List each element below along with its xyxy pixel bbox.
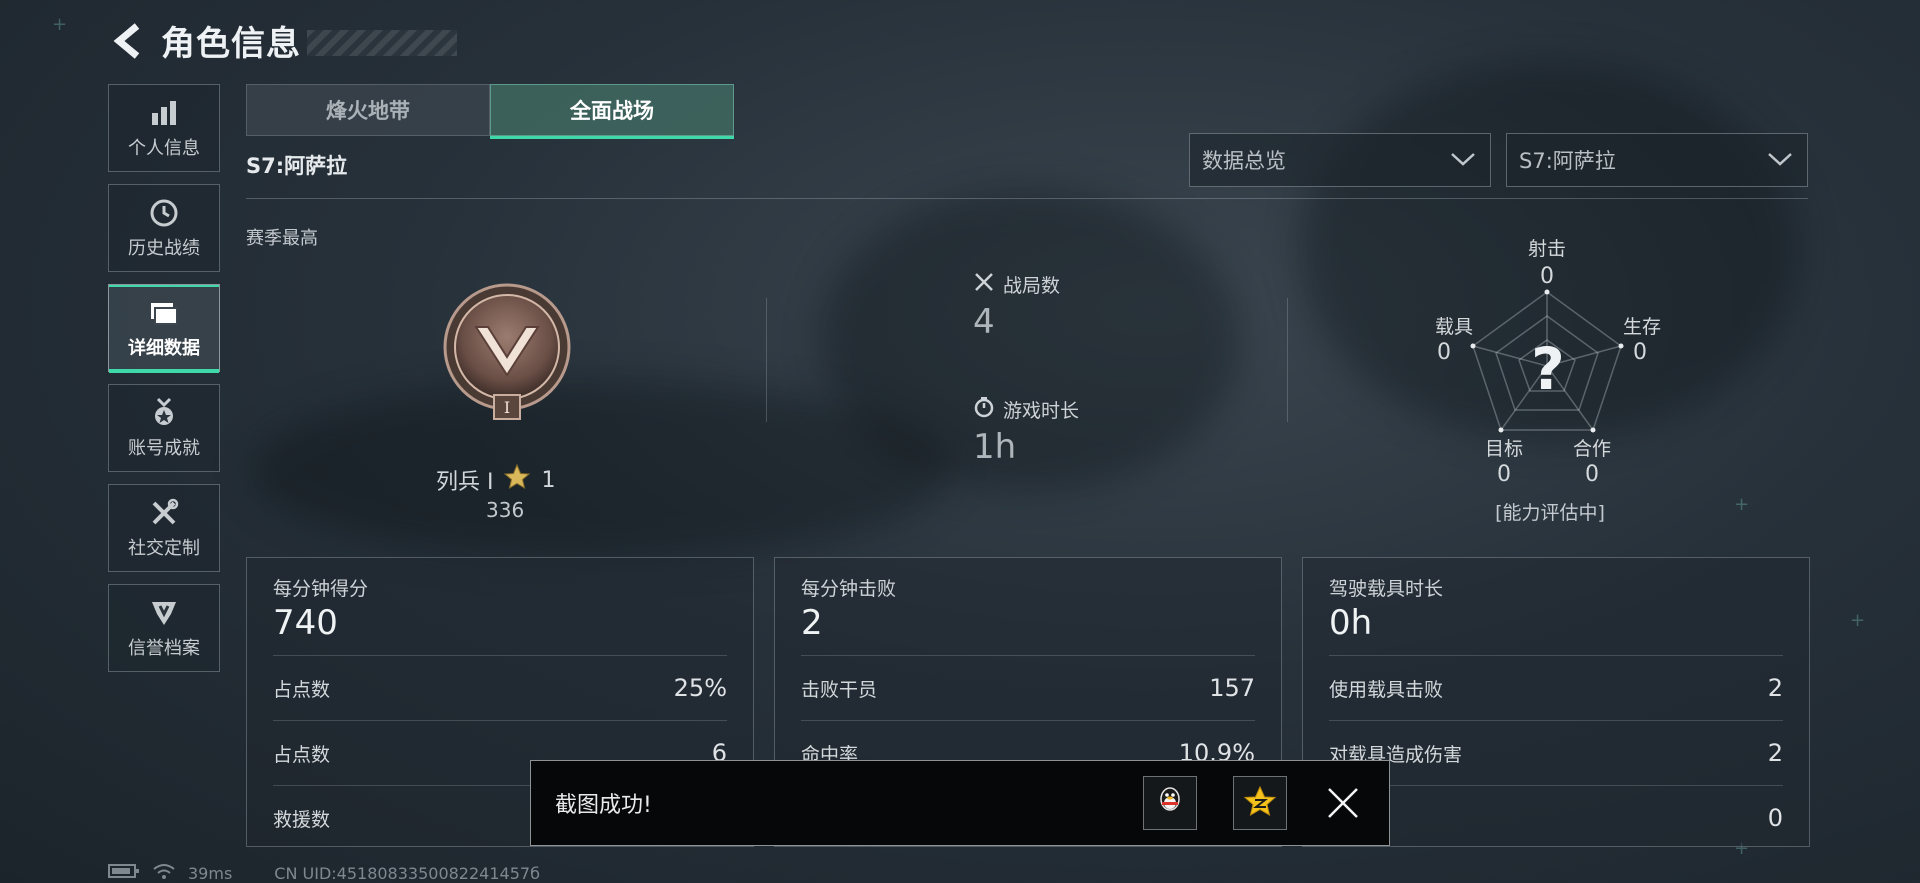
sidebar-item-achievements[interactable]: 账号成就 bbox=[108, 384, 220, 472]
share-qzone-button[interactable] bbox=[1233, 776, 1287, 830]
ability-radar: ? 射击 0 生存 0 载具 0 目标 0 合作 0 bbox=[1430, 230, 1670, 530]
sidebar-item-reputation[interactable]: 信誉档案 bbox=[108, 584, 220, 672]
view-dropdown-value: 数据总览 bbox=[1202, 149, 1286, 173]
row-label: 占点数 bbox=[273, 678, 331, 701]
radar-value-shoot: 0 bbox=[1540, 264, 1554, 289]
row-label: 救援数 bbox=[273, 808, 331, 831]
rank-name: 列兵 Ⅰ bbox=[436, 470, 494, 495]
radar-center-mark: ? bbox=[1531, 335, 1565, 403]
crossed-swords-icon bbox=[973, 271, 995, 298]
ping-value: 39ms bbox=[188, 863, 233, 883]
rank-stars: 1 bbox=[541, 467, 556, 493]
row-label: 占点数 bbox=[273, 743, 331, 766]
card-row: 击败干员 157 bbox=[801, 655, 1255, 720]
chevron-down-icon bbox=[1450, 148, 1476, 172]
season-title: S7:阿萨拉 bbox=[246, 154, 348, 178]
rank-info: 列兵 Ⅰ 1 bbox=[436, 463, 555, 497]
matches-label: 战局数 bbox=[1003, 275, 1061, 297]
matches-value: 4 bbox=[973, 302, 995, 342]
title-decoration bbox=[307, 29, 457, 56]
sidebar-item-social[interactable]: 社交定制 bbox=[108, 484, 220, 572]
row-label: 击败干员 bbox=[801, 678, 878, 701]
stopwatch-icon bbox=[973, 396, 995, 423]
page-title: 角色信息 bbox=[161, 24, 301, 64]
back-arrow-icon[interactable] bbox=[105, 19, 149, 63]
radar-label-survive: 生存 bbox=[1622, 316, 1661, 338]
sidebar-item-label: 详细数据 bbox=[128, 338, 200, 359]
status-bar: 39ms CN UID:4518083350082241457б bbox=[108, 862, 540, 883]
radar-label-target: 目标 bbox=[1484, 438, 1523, 460]
divider bbox=[246, 198, 1808, 199]
radar-label-shoot: 射击 bbox=[1527, 238, 1566, 260]
row-value: 25% bbox=[673, 674, 727, 702]
row-value: 2 bbox=[1767, 739, 1783, 767]
radar-value-target: 0 bbox=[1497, 462, 1511, 487]
shield-badge-icon bbox=[146, 596, 182, 630]
radar-value-vehicle: 0 bbox=[1437, 340, 1451, 365]
sidebar-item-label: 社交定制 bbox=[128, 538, 200, 559]
sidebar-item-detailed-data[interactable]: 详细数据 bbox=[108, 284, 220, 373]
tab-hazard-zone[interactable]: 烽火地带 bbox=[246, 84, 490, 136]
mode-tabs: 烽火地带 全面战场 bbox=[246, 84, 734, 139]
playtime-value: 1h bbox=[973, 427, 1017, 467]
card-head-label: 每分钟击败 bbox=[801, 578, 897, 600]
row-label: 使用载具击败 bbox=[1329, 678, 1444, 701]
history-clock-icon bbox=[146, 196, 182, 230]
row-value: 2 bbox=[1767, 674, 1783, 702]
rank-badge: I bbox=[438, 283, 576, 423]
qq-penguin-icon bbox=[1155, 785, 1185, 821]
card-head-label: 每分钟得分 bbox=[273, 578, 369, 600]
radar-label-vehicle: 载具 bbox=[1434, 316, 1473, 338]
sidebar: 个人信息 历史战绩 详细数据 账号成就 社交定制 信誉档案 bbox=[108, 84, 220, 684]
tools-icon bbox=[146, 496, 182, 530]
folder-icon bbox=[146, 296, 182, 330]
chevron-down-icon bbox=[1767, 148, 1793, 172]
sidebar-item-label: 账号成就 bbox=[128, 438, 200, 459]
divider bbox=[1287, 298, 1288, 422]
season-best-label: 赛季最高 bbox=[246, 228, 318, 249]
qzone-star-icon bbox=[1243, 785, 1277, 821]
row-value: 0 bbox=[1767, 804, 1783, 832]
playtime-label: 游戏时长 bbox=[1003, 400, 1080, 422]
row-value: 157 bbox=[1209, 674, 1255, 702]
wifi-icon bbox=[152, 862, 176, 883]
battery-icon bbox=[108, 863, 140, 883]
sidebar-item-personal-info[interactable]: 个人信息 bbox=[108, 84, 220, 172]
season-dropdown[interactable]: S7:阿萨拉 bbox=[1506, 133, 1808, 187]
tab-full-battlefield[interactable]: 全面战场 bbox=[490, 84, 734, 136]
toast-message: 截图成功! bbox=[555, 793, 652, 818]
season-dropdown-value: S7:阿萨拉 bbox=[1519, 149, 1616, 173]
card-row: 使用载具击败 2 bbox=[1329, 655, 1783, 720]
view-dropdown[interactable]: 数据总览 bbox=[1189, 133, 1491, 187]
radar-value-coop: 0 bbox=[1585, 462, 1599, 487]
card-head-value: 740 bbox=[273, 603, 338, 643]
sidebar-item-label: 个人信息 bbox=[128, 138, 200, 159]
bar-chart-icon bbox=[146, 96, 182, 130]
close-icon[interactable] bbox=[1323, 783, 1363, 823]
star-icon bbox=[503, 463, 531, 497]
sidebar-item-label: 历史战绩 bbox=[128, 238, 200, 259]
card-head-value: 0h bbox=[1329, 603, 1373, 643]
card-head-label: 驾驶载具时长 bbox=[1329, 578, 1444, 600]
card-head-value: 2 bbox=[801, 603, 823, 643]
share-qq-button[interactable] bbox=[1143, 776, 1197, 830]
rank-score: 336 bbox=[486, 498, 525, 522]
card-row: 具0 bbox=[1329, 785, 1783, 850]
matches-stat: 战局数 4 bbox=[973, 271, 1060, 342]
page-header: 角色信息 bbox=[105, 18, 457, 64]
card-row: 占点数 25% bbox=[273, 655, 727, 720]
radar-value-survive: 0 bbox=[1633, 340, 1647, 365]
divider bbox=[766, 298, 767, 422]
sidebar-item-history[interactable]: 历史战绩 bbox=[108, 184, 220, 272]
playtime-stat: 游戏时长 1h bbox=[973, 396, 1079, 467]
medal-icon bbox=[146, 396, 182, 430]
sidebar-item-label: 信誉档案 bbox=[128, 638, 200, 659]
svg-text:I: I bbox=[504, 398, 510, 417]
user-uid: CN UID:4518083350082241457б bbox=[274, 863, 540, 883]
radar-label-coop: 合作 bbox=[1572, 438, 1611, 460]
card-row: 对载具造成伤害 2 bbox=[1329, 720, 1783, 785]
radar-status: [能力评估中] bbox=[1495, 502, 1605, 524]
screenshot-toast: 截图成功! bbox=[530, 760, 1390, 846]
